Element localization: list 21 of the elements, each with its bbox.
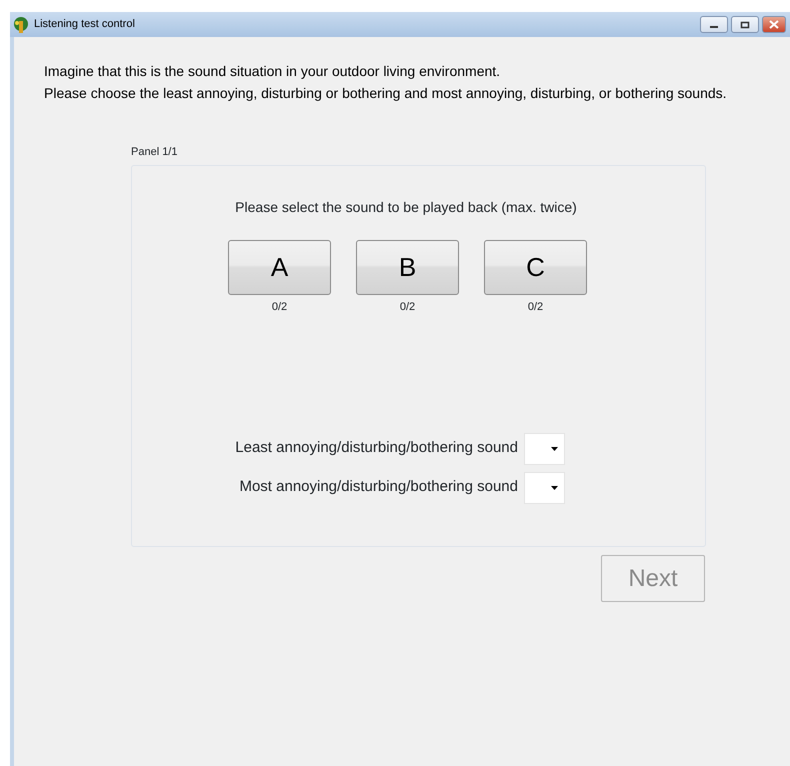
sound-button[interactable]: C bbox=[484, 240, 587, 295]
maximize-button[interactable] bbox=[731, 16, 759, 33]
maximize-icon bbox=[740, 20, 750, 28]
panel-label: Panel 1/1 bbox=[131, 145, 178, 159]
dropdown-arrow-icon bbox=[551, 446, 558, 450]
window-title: Listening test control bbox=[34, 17, 135, 32]
minimize-button[interactable] bbox=[700, 16, 728, 33]
dropdown-arrow-icon bbox=[551, 486, 558, 490]
play-count: 0/2 bbox=[272, 300, 288, 315]
rating-label: Least annoying/disturbing/bothering sound bbox=[235, 438, 518, 458]
instruction-text: Imagine that this is the sound situation in your outdoor living environment. bbox=[44, 62, 502, 81]
app-icon bbox=[12, 16, 30, 34]
prompt-text: Please select the sound to be played back (max. twice) bbox=[235, 199, 577, 215]
close-icon bbox=[769, 20, 779, 29]
sound-button[interactable]: B bbox=[356, 240, 459, 295]
play-count: 0/2 bbox=[400, 300, 416, 315]
instruction-text: Please choose the least annoying, disturbing or bothering and most annoying, disturbing, or bothering sounds. bbox=[44, 84, 728, 103]
play-count: 0/2 bbox=[528, 300, 544, 315]
rating-label: Most annoying/disturbing/bothering sound bbox=[239, 477, 518, 498]
close-button[interactable] bbox=[762, 16, 786, 33]
sound-button[interactable]: A bbox=[228, 240, 331, 295]
